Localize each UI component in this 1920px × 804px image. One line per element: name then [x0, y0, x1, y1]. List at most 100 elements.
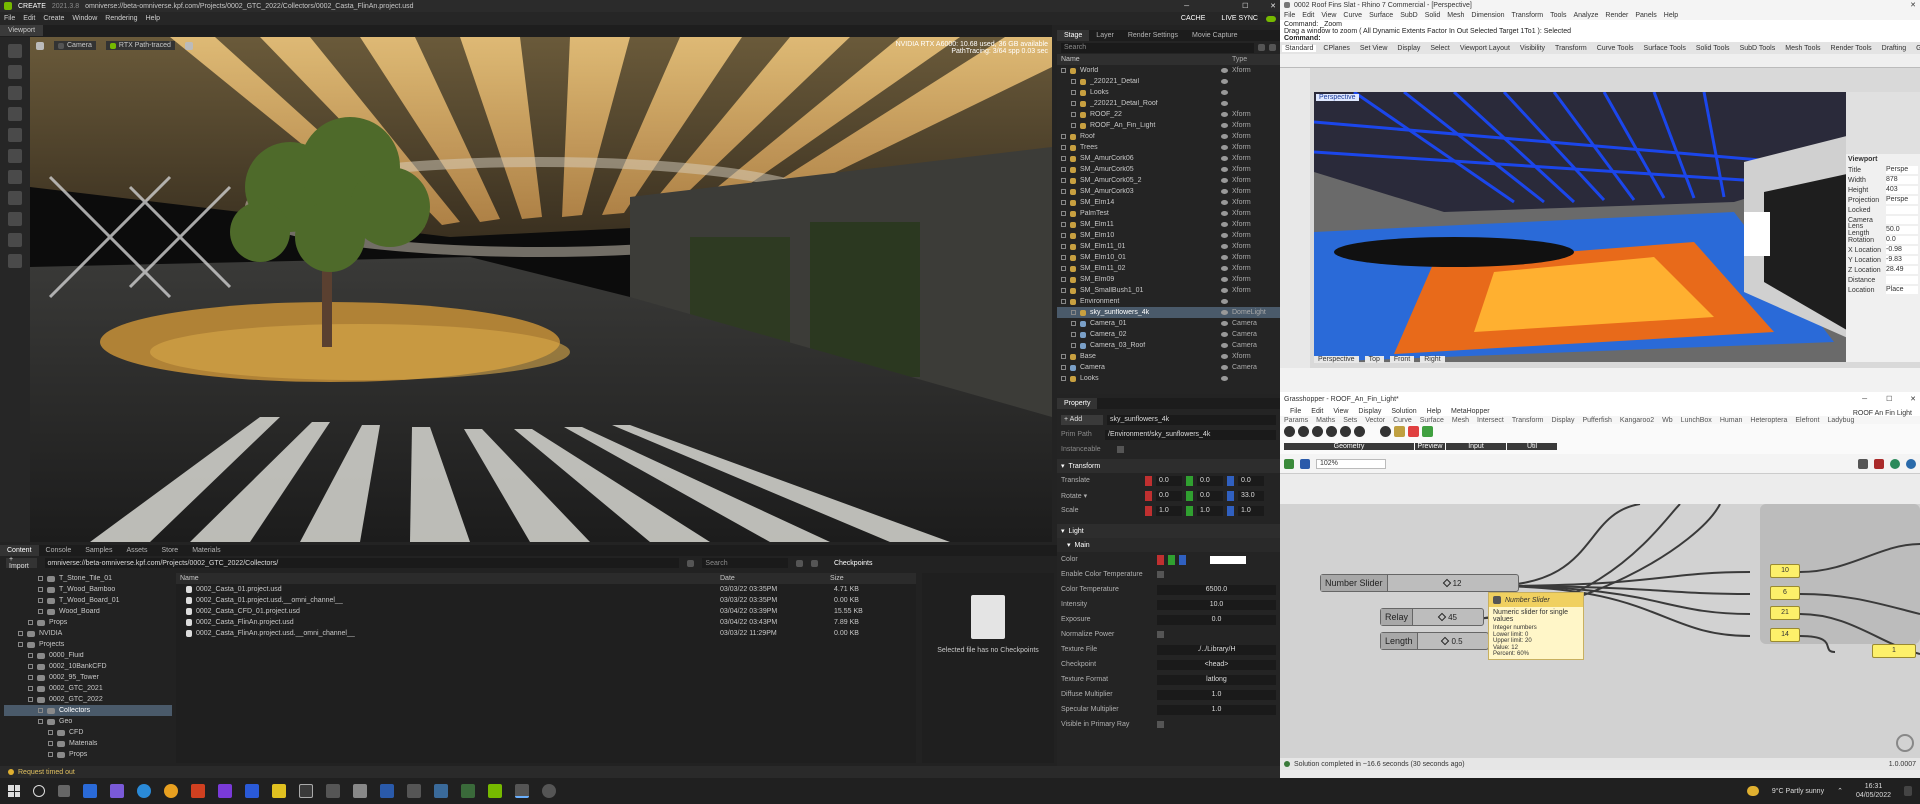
transform-x-field[interactable]: 0.0: [1156, 490, 1182, 501]
filter-icon[interactable]: [1258, 44, 1265, 51]
bake-icon[interactable]: [1874, 458, 1884, 469]
gh-menu-item[interactable]: View: [1333, 408, 1348, 415]
maximize-button[interactable]: ☐: [1242, 2, 1264, 10]
expand-icon[interactable]: [38, 576, 43, 581]
expand-icon[interactable]: [1061, 255, 1066, 260]
visibility-eye-icon[interactable]: [1221, 376, 1228, 381]
visibility-eye-icon[interactable]: [1221, 112, 1228, 117]
slider-grip[interactable]: [1442, 578, 1451, 588]
gh-panel[interactable]: 10: [1770, 564, 1800, 578]
gh-component-tab[interactable]: Curve: [1393, 417, 1412, 424]
transform-z-field[interactable]: 0.0: [1238, 475, 1264, 486]
cache-status[interactable]: CACHE: [1181, 15, 1206, 22]
outlook-icon[interactable]: [245, 784, 259, 798]
open-file-icon[interactable]: [1284, 458, 1294, 469]
rhino-menu-item[interactable]: Dimension: [1471, 12, 1504, 19]
visibility-eye-icon[interactable]: [1221, 123, 1228, 128]
visibility-eye-icon[interactable]: [1221, 222, 1228, 227]
expand-icon[interactable]: [1061, 68, 1066, 73]
zoom-field[interactable]: 102%: [1316, 458, 1386, 469]
visibility-eye-icon[interactable]: [1221, 266, 1228, 271]
gh-component-tab[interactable]: Params: [1284, 417, 1308, 424]
folder-item[interactable]: CFD: [4, 727, 172, 738]
clock[interactable]: 16:31 04/05/2022: [1856, 782, 1891, 800]
expand-icon[interactable]: [1061, 167, 1066, 172]
transform-section[interactable]: ▾ Transform: [1057, 459, 1280, 473]
tab-movie-capture[interactable]: Movie Capture: [1185, 30, 1245, 41]
slider-grip[interactable]: [1437, 612, 1447, 622]
rhino-toolbar-tab[interactable]: Standard: [1282, 44, 1317, 52]
rhino-toolbar-tab[interactable]: Drafting: [1879, 45, 1910, 52]
transform-x-field[interactable]: 1.0: [1156, 505, 1182, 516]
stage-row[interactable]: Camera Camera: [1057, 362, 1280, 373]
gh-component-tab[interactable]: Wb: [1662, 417, 1673, 424]
preview-icon[interactable]: [1858, 458, 1868, 469]
light-property-value[interactable]: <head>: [1157, 659, 1276, 670]
rhino-toolbar-tab[interactable]: Grasshopper: [1913, 45, 1920, 52]
gh-canvas[interactable]: Number Slider 12 Relay 45 Length 0.5 10 6 21 14 1…: [1280, 504, 1920, 758]
light-property-value[interactable]: 1.0: [1157, 689, 1276, 700]
app-icon[interactable]: [461, 784, 475, 798]
rhino-menu-item[interactable]: Transform: [1512, 12, 1544, 19]
gh-component-tab[interactable]: Maths: [1316, 417, 1335, 424]
rhino-toolbar-tab[interactable]: CPlanes: [1320, 45, 1352, 52]
visibility-eye-icon[interactable]: [1221, 354, 1228, 359]
visibility-eye-icon[interactable]: [1221, 145, 1228, 150]
visibility-eye-icon[interactable]: [1221, 79, 1228, 84]
live-sync-status[interactable]: LIVE SYNC: [1221, 15, 1258, 22]
omniverse-icon[interactable]: [488, 784, 502, 798]
gh-component-tab[interactable]: Heteroptera: [1750, 417, 1787, 424]
visibility-eye-icon[interactable]: [1221, 211, 1228, 216]
close-button[interactable]: ✕: [1270, 2, 1276, 10]
gh-component-tab[interactable]: Mesh: [1452, 417, 1469, 424]
stage-row[interactable]: SM_Elm11_02 Xform: [1057, 263, 1280, 274]
globe-icon[interactable]: [1906, 458, 1916, 469]
light-property-value[interactable]: 0.0: [1157, 614, 1276, 625]
stage-row[interactable]: SM_Elm09 Xform: [1057, 274, 1280, 285]
menu-help[interactable]: Help: [146, 15, 160, 22]
transform-z-field[interactable]: 33.0: [1238, 490, 1264, 501]
save-icon[interactable]: [1300, 458, 1310, 469]
rhino-toolbar-tab[interactable]: Visibility: [1517, 45, 1548, 52]
rhino-toolbar-tab[interactable]: SubD Tools: [1737, 45, 1779, 52]
gh-menu-item[interactable]: File: [1290, 408, 1301, 415]
stage-row[interactable]: SM_Elm10_01 Xform: [1057, 252, 1280, 263]
stage-row[interactable]: ROOF_An_Fin_Light Xform: [1057, 120, 1280, 131]
expand-icon[interactable]: [1071, 332, 1076, 337]
minimize-button[interactable]: ─: [1184, 3, 1236, 10]
expand-icon[interactable]: [1061, 299, 1066, 304]
visibility-eye-icon[interactable]: [1221, 90, 1228, 95]
rhino-menu-item[interactable]: File: [1284, 12, 1295, 19]
notifications-icon[interactable]: [1904, 786, 1912, 796]
column-name[interactable]: Name: [1061, 56, 1228, 63]
settings-icon[interactable]: [542, 784, 556, 798]
expand-icon[interactable]: [38, 587, 43, 592]
gh-component-tab[interactable]: Surface: [1420, 417, 1444, 424]
gh-panel[interactable]: 6: [1770, 586, 1800, 600]
snap-tool-icon[interactable]: [8, 128, 22, 142]
expand-icon[interactable]: [1061, 178, 1066, 183]
light-property-value[interactable]: 1.0: [1157, 704, 1276, 715]
tab-materials[interactable]: Materials: [185, 545, 227, 556]
slider-grip[interactable]: [1441, 636, 1450, 646]
stage-row[interactable]: SM_Elm11_01 Xform: [1057, 241, 1280, 252]
component-icon[interactable]: [1284, 426, 1295, 437]
tab-render-settings[interactable]: Render Settings: [1121, 30, 1185, 41]
visibility-eye-icon[interactable]: [1221, 365, 1228, 370]
expand-icon[interactable]: [1061, 376, 1066, 381]
stage-row[interactable]: PalmTest Xform: [1057, 208, 1280, 219]
gh-component-tab[interactable]: LunchBox: [1681, 417, 1712, 424]
expand-icon[interactable]: [1071, 112, 1076, 117]
folder-item[interactable]: 0002_10BankCFD: [4, 661, 172, 672]
visibility-eye-icon[interactable]: [184, 41, 193, 50]
visibility-eye-icon[interactable]: [1221, 178, 1228, 183]
menu-edit[interactable]: Edit: [23, 15, 35, 22]
steam-icon[interactable]: [434, 784, 448, 798]
expand-icon[interactable]: [1071, 101, 1076, 106]
folder-item[interactable]: Props: [4, 617, 172, 628]
visibility-eye-icon[interactable]: [1221, 101, 1228, 106]
tab-property[interactable]: Property: [1057, 398, 1098, 409]
bookmark-icon[interactable]: [687, 559, 695, 567]
stage-row[interactable]: Camera_01 Camera: [1057, 318, 1280, 329]
add-button[interactable]: + Add: [1061, 414, 1103, 425]
